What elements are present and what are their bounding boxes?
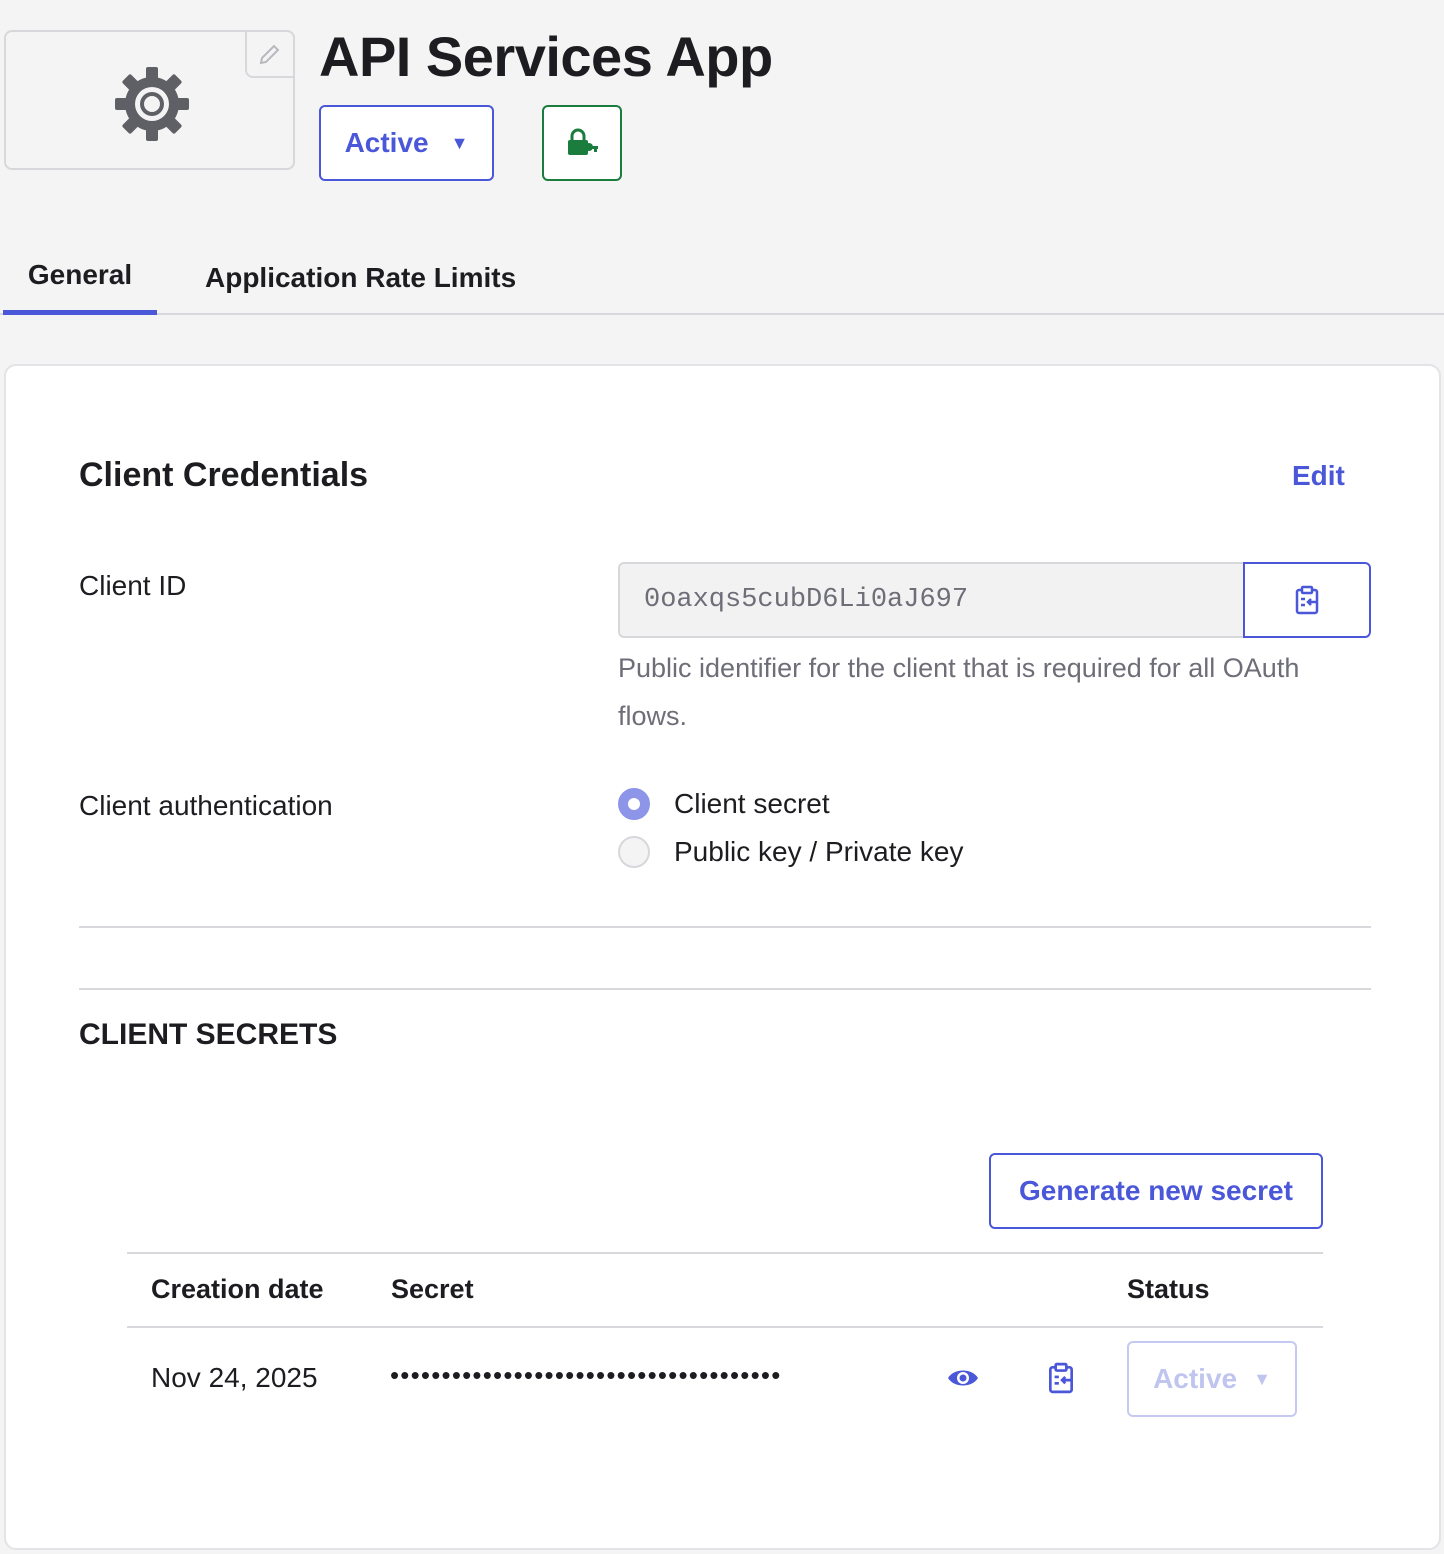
secret-creation-date: Nov 24, 2025 xyxy=(151,1362,318,1393)
tab-application-rate-limits[interactable]: Application Rate Limits xyxy=(205,240,516,315)
app-status-label: Active xyxy=(344,127,429,158)
secret-status-label: Active xyxy=(1153,1363,1238,1394)
radio-client-secret[interactable]: Client secret xyxy=(618,788,830,820)
app-logo-box xyxy=(4,30,295,170)
section-title: Client Credentials xyxy=(79,456,369,494)
clipboard-copy-icon[interactable] xyxy=(1046,1362,1076,1394)
eye-icon[interactable] xyxy=(946,1366,980,1390)
app-status-dropdown[interactable]: Active ▼ xyxy=(319,105,494,181)
divider xyxy=(79,988,1371,990)
column-header-status: Status xyxy=(1127,1274,1210,1304)
chevron-down-icon: ▼ xyxy=(1253,1368,1271,1389)
client-id-field[interactable]: 0oaxqs5cubD6Li0aJ697 xyxy=(618,562,1244,638)
table-top-border xyxy=(127,1252,1323,1254)
generate-new-secret-button[interactable]: Generate new secret xyxy=(989,1153,1323,1229)
copy-client-id-button[interactable] xyxy=(1243,562,1371,638)
gear-icon xyxy=(115,67,189,141)
radio-label: Client secret xyxy=(674,788,830,819)
chevron-down-icon: ▼ xyxy=(450,132,469,153)
edit-logo-button[interactable] xyxy=(245,30,295,78)
radio-public-private-key[interactable]: Public key / Private key xyxy=(618,836,963,868)
column-header-secret: Secret xyxy=(391,1274,474,1304)
client-auth-label: Client authentication xyxy=(79,790,333,821)
masked-secret: •••••••••••••••••••••••••••••••••••••• xyxy=(390,1360,782,1390)
table-header-border xyxy=(127,1326,1323,1328)
client-secrets-heading: CLIENT SECRETS xyxy=(79,1018,338,1051)
tab-general[interactable]: General xyxy=(3,240,157,315)
clipboard-copy-icon xyxy=(1295,585,1319,615)
app-title: API Services App xyxy=(319,25,773,88)
lock-key-button[interactable] xyxy=(542,105,622,181)
radio-checked-icon xyxy=(618,788,650,820)
lock-key-icon xyxy=(568,128,598,155)
client-credentials-card: Client Credentials Edit Client ID 0oaxqs… xyxy=(4,364,1441,1550)
radio-unchecked-icon xyxy=(618,836,650,868)
pencil-icon xyxy=(259,44,280,65)
column-header-creation-date: Creation date xyxy=(151,1274,324,1304)
client-id-label: Client ID xyxy=(79,570,187,601)
client-id-help-text: Public identifier for the client that is… xyxy=(618,653,1300,731)
radio-label: Public key / Private key xyxy=(674,836,964,867)
tab-bar: General Application Rate Limits xyxy=(0,240,1444,315)
secret-status-dropdown[interactable]: Active ▼ xyxy=(1127,1341,1297,1417)
divider xyxy=(79,926,1371,928)
edit-link[interactable]: Edit xyxy=(1292,460,1345,492)
